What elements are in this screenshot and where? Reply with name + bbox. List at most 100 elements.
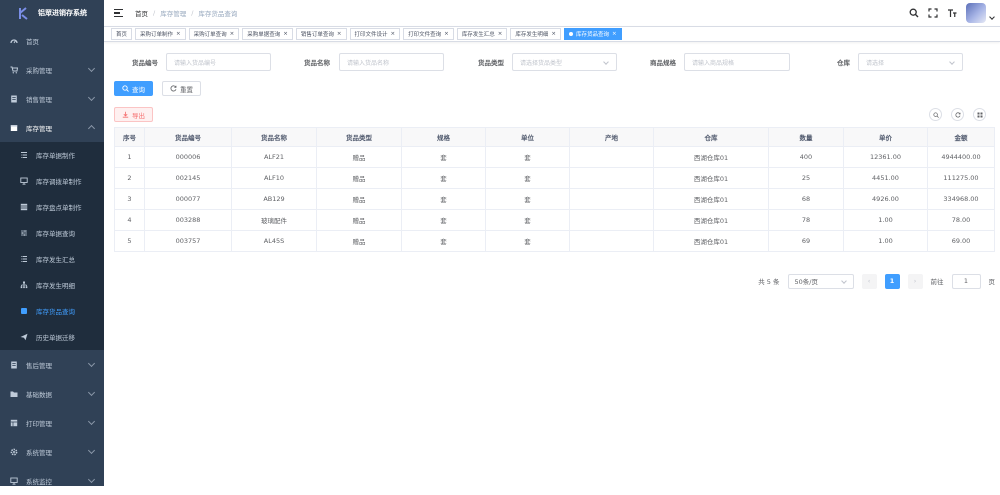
page-size-select[interactable]: 50条/页: [787, 273, 854, 289]
goto-page-input[interactable]: 1: [951, 273, 981, 289]
tag-print-design[interactable]: 打印文件设计 ×: [349, 28, 401, 40]
export-button[interactable]: 导出: [114, 107, 153, 122]
table-cell: 赠品: [316, 188, 402, 210]
sidebar-item-inventory-doc[interactable]: 库存单据制作: [0, 142, 104, 168]
columns-button[interactable]: [973, 108, 986, 121]
tag-home[interactable]: 首页: [111, 28, 133, 40]
app-logo[interactable]: 铝眾进销存系统: [0, 0, 104, 26]
sidebar-item-aftersale[interactable]: 售后管理: [0, 350, 104, 379]
toggle-search-button[interactable]: [929, 108, 942, 121]
tag-purchase-order[interactable]: 采购订单制作 ×: [135, 28, 186, 40]
search-icon[interactable]: [909, 8, 919, 18]
navbar-actions: [909, 2, 995, 24]
font-size-icon[interactable]: [947, 8, 957, 18]
table-row[interactable]: 5 003757 AL45S 赠品 套 套 西湖仓库01 69 1.00 69.…: [114, 230, 995, 252]
table-cell: [569, 146, 654, 168]
sidebar-item-inventory[interactable]: 库存管理: [0, 113, 104, 142]
table-row[interactable]: 2 002145 ALF10 赠品 套 套 西湖仓库01 25 4451.00 …: [114, 167, 995, 189]
sidebar-item-label: 首页: [26, 37, 39, 46]
table-cell: 002145: [144, 167, 232, 189]
tag-purchase-doc-query[interactable]: 采购单据查询 ×: [242, 28, 293, 40]
close-icon[interactable]: ×: [444, 31, 449, 37]
close-icon[interactable]: ×: [176, 31, 181, 37]
sidebar-item-goods-query[interactable]: 库存货品查询: [0, 298, 104, 324]
table-cell: 套: [485, 209, 570, 231]
close-icon[interactable]: ×: [283, 31, 288, 37]
sidebar-item-transfer[interactable]: 库存调拨单制作: [0, 168, 104, 194]
tag-stock-detail[interactable]: 库存发生明细 ×: [510, 28, 562, 40]
sidebar-item-monitor[interactable]: 系统监控: [0, 466, 104, 495]
document-icon: [10, 95, 18, 103]
sidebar-item-system[interactable]: 系统管理: [0, 437, 104, 466]
tag-print-query[interactable]: 打印文件查询 ×: [403, 28, 454, 40]
table-cell: 000077: [144, 188, 232, 210]
sidebar-item-stocktake[interactable]: 库存盘点单制作: [0, 194, 104, 220]
table-row[interactable]: 3 000077 AB129 赠品 套 套 西湖仓库01 68 4926.00 …: [114, 188, 995, 210]
table-row[interactable]: 4 003288 玻璃配件 赠品 套 套 西湖仓库01 78 1.00 78.0…: [114, 209, 995, 231]
tree-icon: [20, 281, 28, 289]
goods-type-select[interactable]: 请选择货品类型: [512, 53, 617, 71]
chevron-down-icon: [87, 446, 96, 455]
sidebar-item-basedata[interactable]: 基础数据: [0, 379, 104, 408]
close-icon[interactable]: ×: [498, 31, 503, 37]
tag-purchase-query[interactable]: 采购订单查询 ×: [188, 28, 240, 40]
sidebar-item-summary[interactable]: 库存发生汇总: [0, 246, 104, 272]
breadcrumb-home[interactable]: 首页: [135, 8, 148, 18]
sidebar-item-doc-query[interactable]: 库存单据查询: [0, 220, 104, 246]
table-cell: 69: [768, 230, 844, 252]
sidebar-item-label: 采购管理: [26, 66, 52, 75]
sidebar-item-sales[interactable]: 销售管理: [0, 84, 104, 113]
page-number-button[interactable]: 1: [884, 273, 900, 289]
spec-input[interactable]: 请输入商品规格: [684, 53, 790, 71]
breadcrumb-separator: /: [153, 9, 156, 17]
fullscreen-icon[interactable]: [928, 8, 938, 18]
close-icon[interactable]: ×: [391, 31, 396, 37]
box-icon: [10, 124, 18, 132]
chevron-down-icon: [87, 475, 96, 484]
close-icon[interactable]: ×: [612, 31, 617, 37]
sidebar-item-home[interactable]: 首页: [0, 26, 104, 55]
query-button[interactable]: 查询: [114, 81, 153, 96]
table-cell: 套: [401, 209, 486, 231]
column-header: 金额: [927, 127, 995, 147]
close-icon[interactable]: ×: [230, 31, 235, 37]
tag-stock-summary[interactable]: 库存发生汇总 ×: [456, 28, 508, 40]
chevron-down-icon: [949, 59, 955, 65]
folder-icon: [10, 390, 18, 398]
chevron-down-icon: [840, 277, 847, 284]
caret-down-icon[interactable]: [989, 14, 995, 20]
table-row[interactable]: 1 000006 ALF21 赠品 套 套 西湖仓库01 400 12361.0…: [114, 146, 995, 168]
table-cell: 003757: [144, 230, 232, 252]
goods-name-label: 货品名称: [304, 59, 330, 67]
table-cell: 12361.00: [843, 146, 928, 168]
sidebar-item-print[interactable]: 打印管理: [0, 408, 104, 437]
table-cell: AL45S: [231, 230, 317, 252]
sidebar-item-detail[interactable]: 库存发生明细: [0, 272, 104, 298]
refresh-button[interactable]: [951, 108, 964, 121]
chevron-down-icon: [87, 417, 96, 426]
sidebar-item-purchase[interactable]: 采购管理: [0, 55, 104, 84]
prev-page-button[interactable]: ‹: [861, 273, 877, 289]
next-page-button[interactable]: ›: [907, 273, 923, 289]
warehouse-label: 仓库: [837, 59, 850, 67]
table-cell: 1.00: [843, 209, 928, 231]
table-cell: 套: [485, 146, 570, 168]
tag-goods-query[interactable]: 库存货品查询 ×: [564, 28, 622, 40]
main-content: 首页 / 库存管理 / 库存货品查询 首页 采购订单制作 × 采购订单查询 × 采购…: [104, 0, 1000, 486]
reset-button[interactable]: 重置: [162, 81, 201, 96]
close-icon[interactable]: ×: [551, 31, 556, 37]
close-icon[interactable]: ×: [337, 31, 342, 37]
goods-code-input[interactable]: 请输入货品编号: [166, 53, 271, 71]
hamburger-icon[interactable]: [114, 9, 123, 17]
table-cell: [569, 188, 654, 210]
sidebar-item-label: 库存发生明细: [36, 282, 75, 290]
goods-name-input[interactable]: 请输入货品名称: [339, 53, 444, 71]
avatar[interactable]: [966, 3, 986, 23]
table-cell: 000006: [144, 146, 232, 168]
tag-sales-query[interactable]: 销售订单查询 ×: [295, 28, 347, 40]
warehouse-select[interactable]: 请选择: [858, 53, 963, 71]
chevron-down-icon: [87, 359, 96, 368]
sidebar-item-label: 系统管理: [26, 448, 52, 457]
sidebar-item-migration[interactable]: 历史单据迁移: [0, 324, 104, 350]
goods-type-label: 货品类型: [478, 59, 504, 67]
